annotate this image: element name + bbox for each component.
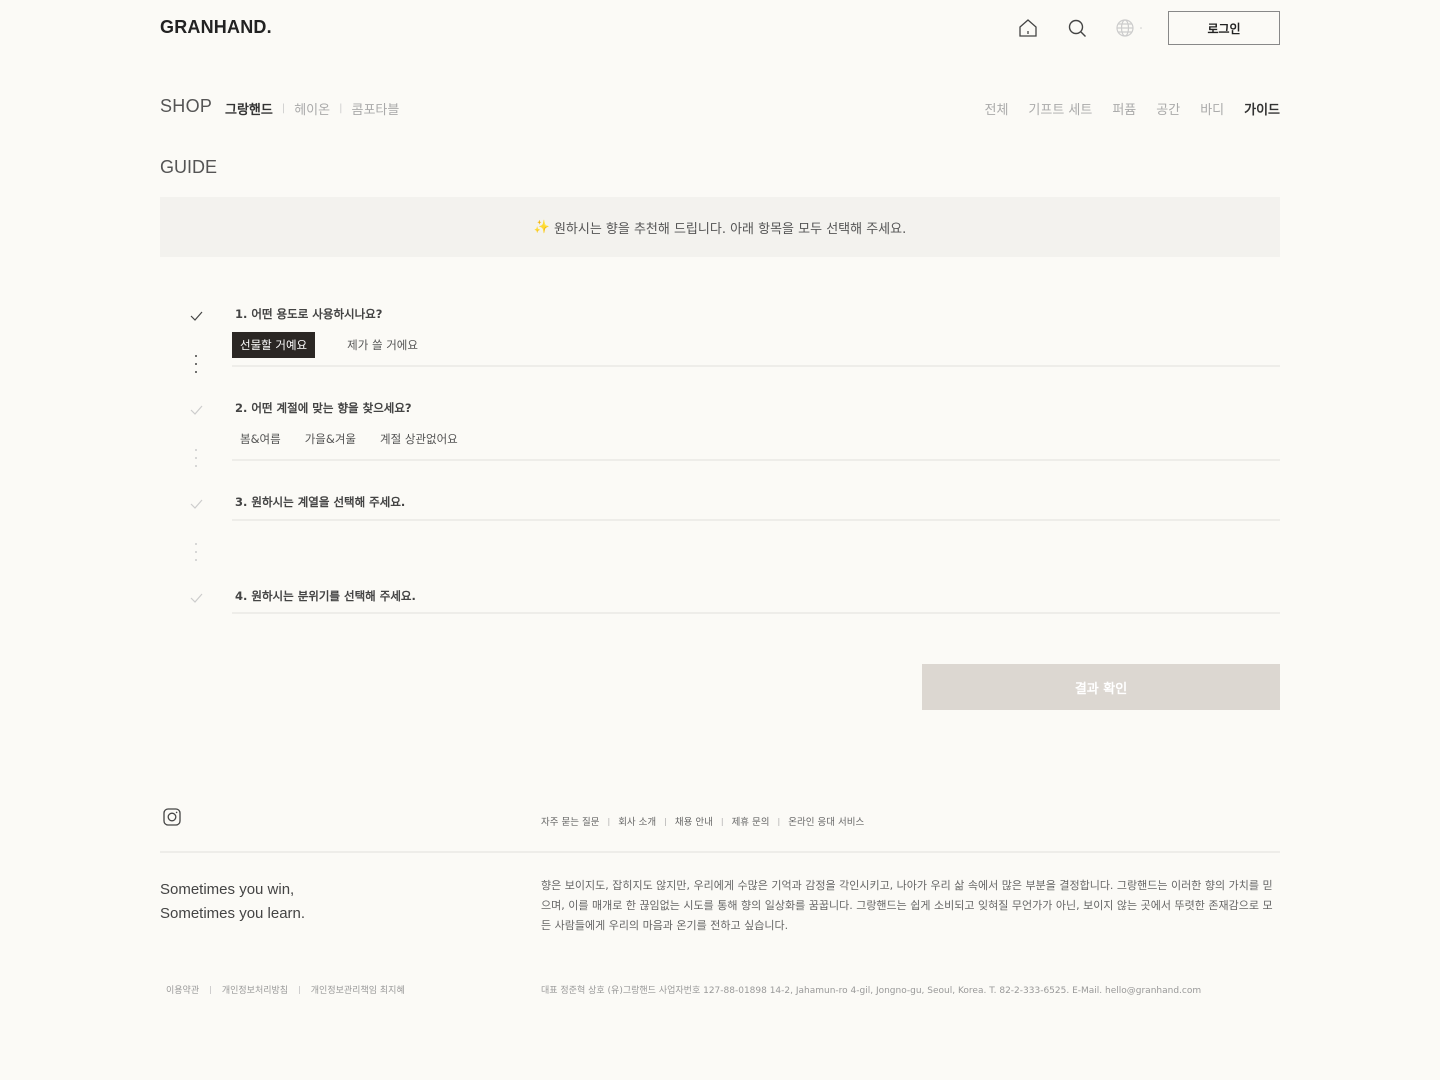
- result-button[interactable]: 결과 확인: [922, 664, 1280, 710]
- divider: [232, 459, 1280, 461]
- step-1-check-icon: [188, 309, 204, 323]
- divider: |: [281, 103, 286, 114]
- question-1-label: 1. 어떤 용도로 사용하시나요?: [235, 307, 383, 321]
- option-any-season[interactable]: 계절 상관없어요: [372, 426, 466, 452]
- brand-tab-comfortable[interactable]: 콤포타블: [351, 99, 399, 118]
- logo[interactable]: GRANHAND.: [160, 17, 272, 38]
- shop-title: SHOP: [160, 96, 213, 116]
- divider: |: [298, 985, 301, 994]
- footer-slogan: Sometimes you win, Sometimes you learn.: [160, 878, 305, 926]
- step-connector: [192, 355, 200, 373]
- divider: |: [339, 103, 343, 114]
- question-4-label[interactable]: 4. 원하시는 분위기를 선택해 주세요.: [235, 588, 416, 604]
- step-2-check-icon: [188, 403, 204, 417]
- category-tab-guide[interactable]: 가이드: [1244, 99, 1280, 118]
- category-tab-all[interactable]: 전체: [984, 99, 1008, 118]
- brand-tabs: 그랑핸드 | 헤이온 | 콤포타블: [225, 99, 399, 118]
- step-connector: [192, 543, 200, 561]
- instagram-icon[interactable]: [162, 807, 182, 827]
- question-2-options: 봄&여름 가을&겨울 계절 상관없어요: [232, 426, 466, 452]
- slogan-line-2: Sometimes you learn.: [160, 905, 306, 922]
- footer-link-online-service[interactable]: 온라인 응대 서비스: [788, 814, 864, 828]
- category-tab-body[interactable]: 바디: [1200, 99, 1224, 118]
- step-4-check-icon: [188, 591, 204, 605]
- footer-link-faq[interactable]: 자주 묻는 질문: [541, 814, 599, 828]
- legal-link-terms[interactable]: 이용약관: [166, 983, 199, 996]
- brand-tab-heyon[interactable]: 헤이온: [294, 99, 330, 118]
- slogan-line-1: Sometimes you win,: [160, 881, 295, 898]
- step-3-check-icon: [188, 497, 204, 511]
- divider: |: [607, 816, 611, 826]
- option-self-use[interactable]: 제가 쓸 거에요: [339, 332, 426, 358]
- divider: [232, 519, 1280, 521]
- legal-links: 이용약관 | 개인정보처리방침 | 개인정보관리책임 최지혜: [166, 983, 405, 996]
- footer-link-about[interactable]: 회사 소개: [618, 814, 656, 828]
- step-connector: [192, 449, 200, 467]
- footer-link-partnership[interactable]: 제휴 문의: [732, 814, 770, 828]
- login-button[interactable]: 로그인: [1168, 11, 1280, 45]
- divider: |: [720, 816, 724, 826]
- company-info: 대표 정준혁 상호 (유)그랑핸드 사업자번호 127-88-01898 14-…: [541, 986, 1202, 996]
- divider: [232, 365, 1280, 367]
- category-tabs: 전체 기프트 세트 퍼퓸 공간 바디 가이드: [984, 99, 1280, 118]
- page-title: GUIDE: [160, 157, 218, 177]
- footer-links: 자주 묻는 질문 | 회사 소개 | 채용 안내 | 제휴 문의 | 온라인 응…: [541, 814, 864, 829]
- divider: |: [664, 816, 667, 826]
- guide-banner: ✨ 원하시는 향을 추천해 드립니다. 아래 항목을 모두 선택해 주세요.: [160, 197, 1280, 257]
- divider: |: [209, 985, 212, 994]
- question-2-label: 2. 어떤 계절에 맞는 향을 찾으세요?: [235, 401, 412, 415]
- footer-link-careers[interactable]: 채용 안내: [675, 814, 713, 828]
- divider: [160, 851, 1280, 853]
- legal-link-privacy-officer[interactable]: 개인정보관리책임 최지혜: [311, 983, 405, 996]
- option-gift[interactable]: 선물할 거예요: [232, 332, 316, 358]
- divider: [232, 612, 1280, 614]
- sparkle-icon: ✨: [533, 219, 550, 235]
- option-fall-winter[interactable]: 가을&겨울: [297, 426, 364, 452]
- home-icon[interactable]: [1016, 16, 1040, 40]
- legal-link-privacy[interactable]: 개인정보처리방침: [222, 983, 288, 996]
- option-spring-summer[interactable]: 봄&여름: [232, 426, 289, 452]
- question-1-options: 선물할 거예요 제가 쓸 거에요: [232, 332, 426, 358]
- search-icon[interactable]: [1065, 16, 1089, 40]
- category-tab-perfume[interactable]: 퍼퓸: [1112, 99, 1136, 118]
- category-tab-space[interactable]: 공간: [1156, 99, 1180, 118]
- divider: |: [777, 816, 781, 826]
- footer-about-text: 향은 보이지도, 잡히지도 않지만, 우리에게 수많은 기억과 감정을 각인시키…: [541, 879, 1273, 932]
- banner-text: 원하시는 향을 추천해 드립니다. 아래 항목을 모두 선택해 주세요.: [553, 221, 907, 237]
- question-3-label[interactable]: 3. 원하시는 계열을 선택해 주세요.: [235, 494, 405, 510]
- category-tab-gift-set[interactable]: 기프트 세트: [1028, 99, 1092, 118]
- brand-tab-granhand[interactable]: 그랑핸드: [225, 99, 273, 118]
- globe-icon[interactable]: [1113, 16, 1145, 40]
